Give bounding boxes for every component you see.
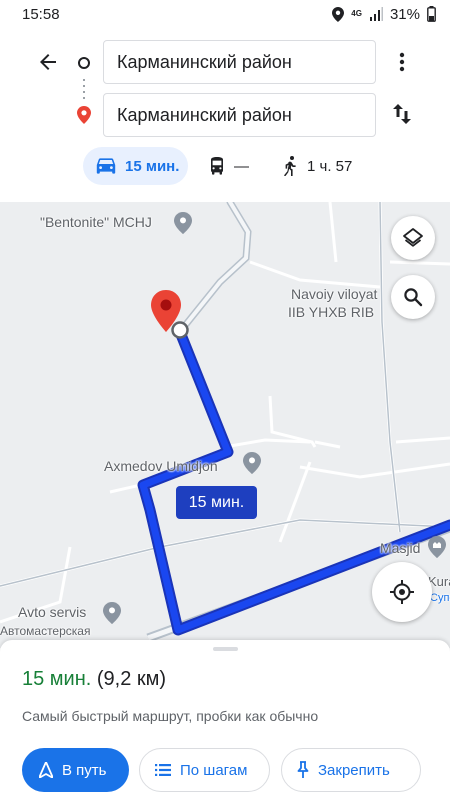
poi-pin-icon[interactable] xyxy=(103,602,121,624)
car-icon xyxy=(96,158,116,174)
my-location-button[interactable] xyxy=(372,562,432,622)
status-time: 15:58 xyxy=(22,5,60,23)
map-label-navoiy: Navoiy viloyat xyxy=(291,286,378,302)
map-label-avto-servis-sub: Автомастерская xyxy=(0,624,91,638)
battery-icon xyxy=(427,6,436,22)
map-label-masjid: Masjid xyxy=(380,540,421,556)
layers-button[interactable] xyxy=(391,216,435,260)
route-summary: 15 мин. (9,2 км) xyxy=(22,668,166,691)
back-arrow-icon[interactable] xyxy=(36,50,60,74)
mode-walk-time: 1 ч. 57 xyxy=(307,157,353,175)
map-label-axmedov: Axmedov Umidjon xyxy=(104,458,218,474)
battery-percent: 31% xyxy=(389,5,420,23)
mode-drive-tab[interactable]: 15 мин. xyxy=(83,147,188,185)
travel-mode-row: 15 мин. — 1 ч. 57 xyxy=(0,147,450,185)
steps-button[interactable]: По шагам xyxy=(139,748,270,792)
start-navigation-button[interactable]: В путь xyxy=(22,748,129,792)
location-icon xyxy=(332,6,345,22)
pin-route-label: Закрепить xyxy=(318,761,390,779)
destination-pin-icon xyxy=(77,106,91,124)
steps-label: По шагам xyxy=(180,761,248,779)
mode-walk-tab[interactable]: 1 ч. 57 xyxy=(284,147,352,185)
mode-transit-time: — xyxy=(234,157,249,175)
mode-transit-tab[interactable]: — xyxy=(209,147,249,185)
more-options-icon[interactable] xyxy=(390,48,414,76)
navigation-arrow-icon xyxy=(39,762,53,778)
layers-icon xyxy=(403,228,423,247)
route-distance: (9,2 км) xyxy=(96,668,167,690)
map-label-navoiy-sub: IIB YHXB RIB xyxy=(288,304,375,320)
walking-icon xyxy=(284,156,296,176)
status-icons: 4G 31% xyxy=(332,6,436,23)
origin-input[interactable]: Карманинский район xyxy=(103,40,376,84)
poi-pin-icon[interactable] xyxy=(174,212,192,234)
pin-route-button[interactable]: Закрепить xyxy=(281,748,421,792)
map-view[interactable]: "Bentonite" MCHJ Navoiy viloyat IIB YHXB… xyxy=(0,202,450,648)
search-along-route-button[interactable] xyxy=(391,275,435,319)
map-label-avto-servis: Avto servis xyxy=(18,604,87,620)
map-label-bentonite: "Bentonite" MCHJ xyxy=(40,214,152,230)
bus-icon xyxy=(211,157,223,175)
mosque-pin-icon[interactable] xyxy=(428,536,446,558)
swap-icon[interactable] xyxy=(390,101,414,127)
route-dots-icon xyxy=(83,79,85,101)
map-destination-pin-icon[interactable] xyxy=(150,290,182,332)
route-duration-chip[interactable]: 15 мин. xyxy=(176,486,257,519)
poi-pin-icon[interactable] xyxy=(243,452,261,474)
map-label-supe: Супе xyxy=(430,592,450,604)
list-icon xyxy=(155,764,171,776)
directions-header: Карманинский район Карманинский район 15… xyxy=(0,28,450,202)
route-summary-sheet: 15 мин. (9,2 км) Самый быстрый маршрут, … xyxy=(0,640,450,800)
search-icon xyxy=(404,288,423,307)
pin-icon xyxy=(297,761,309,778)
crosshair-icon xyxy=(390,580,414,604)
status-bar: 15:58 4G 31% xyxy=(0,0,450,28)
origin-dot-icon xyxy=(78,57,90,69)
drag-handle[interactable] xyxy=(213,647,238,651)
signal-icon xyxy=(369,7,383,21)
destination-input[interactable]: Карманинский район xyxy=(103,93,376,137)
start-navigation-label: В путь xyxy=(62,761,107,779)
mode-drive-time: 15 мин. xyxy=(125,157,180,175)
route-time: 15 мин. xyxy=(22,668,92,690)
route-description: Самый быстрый маршрут, пробки как обычно xyxy=(22,708,319,724)
network-type-label: 4G xyxy=(351,9,362,18)
